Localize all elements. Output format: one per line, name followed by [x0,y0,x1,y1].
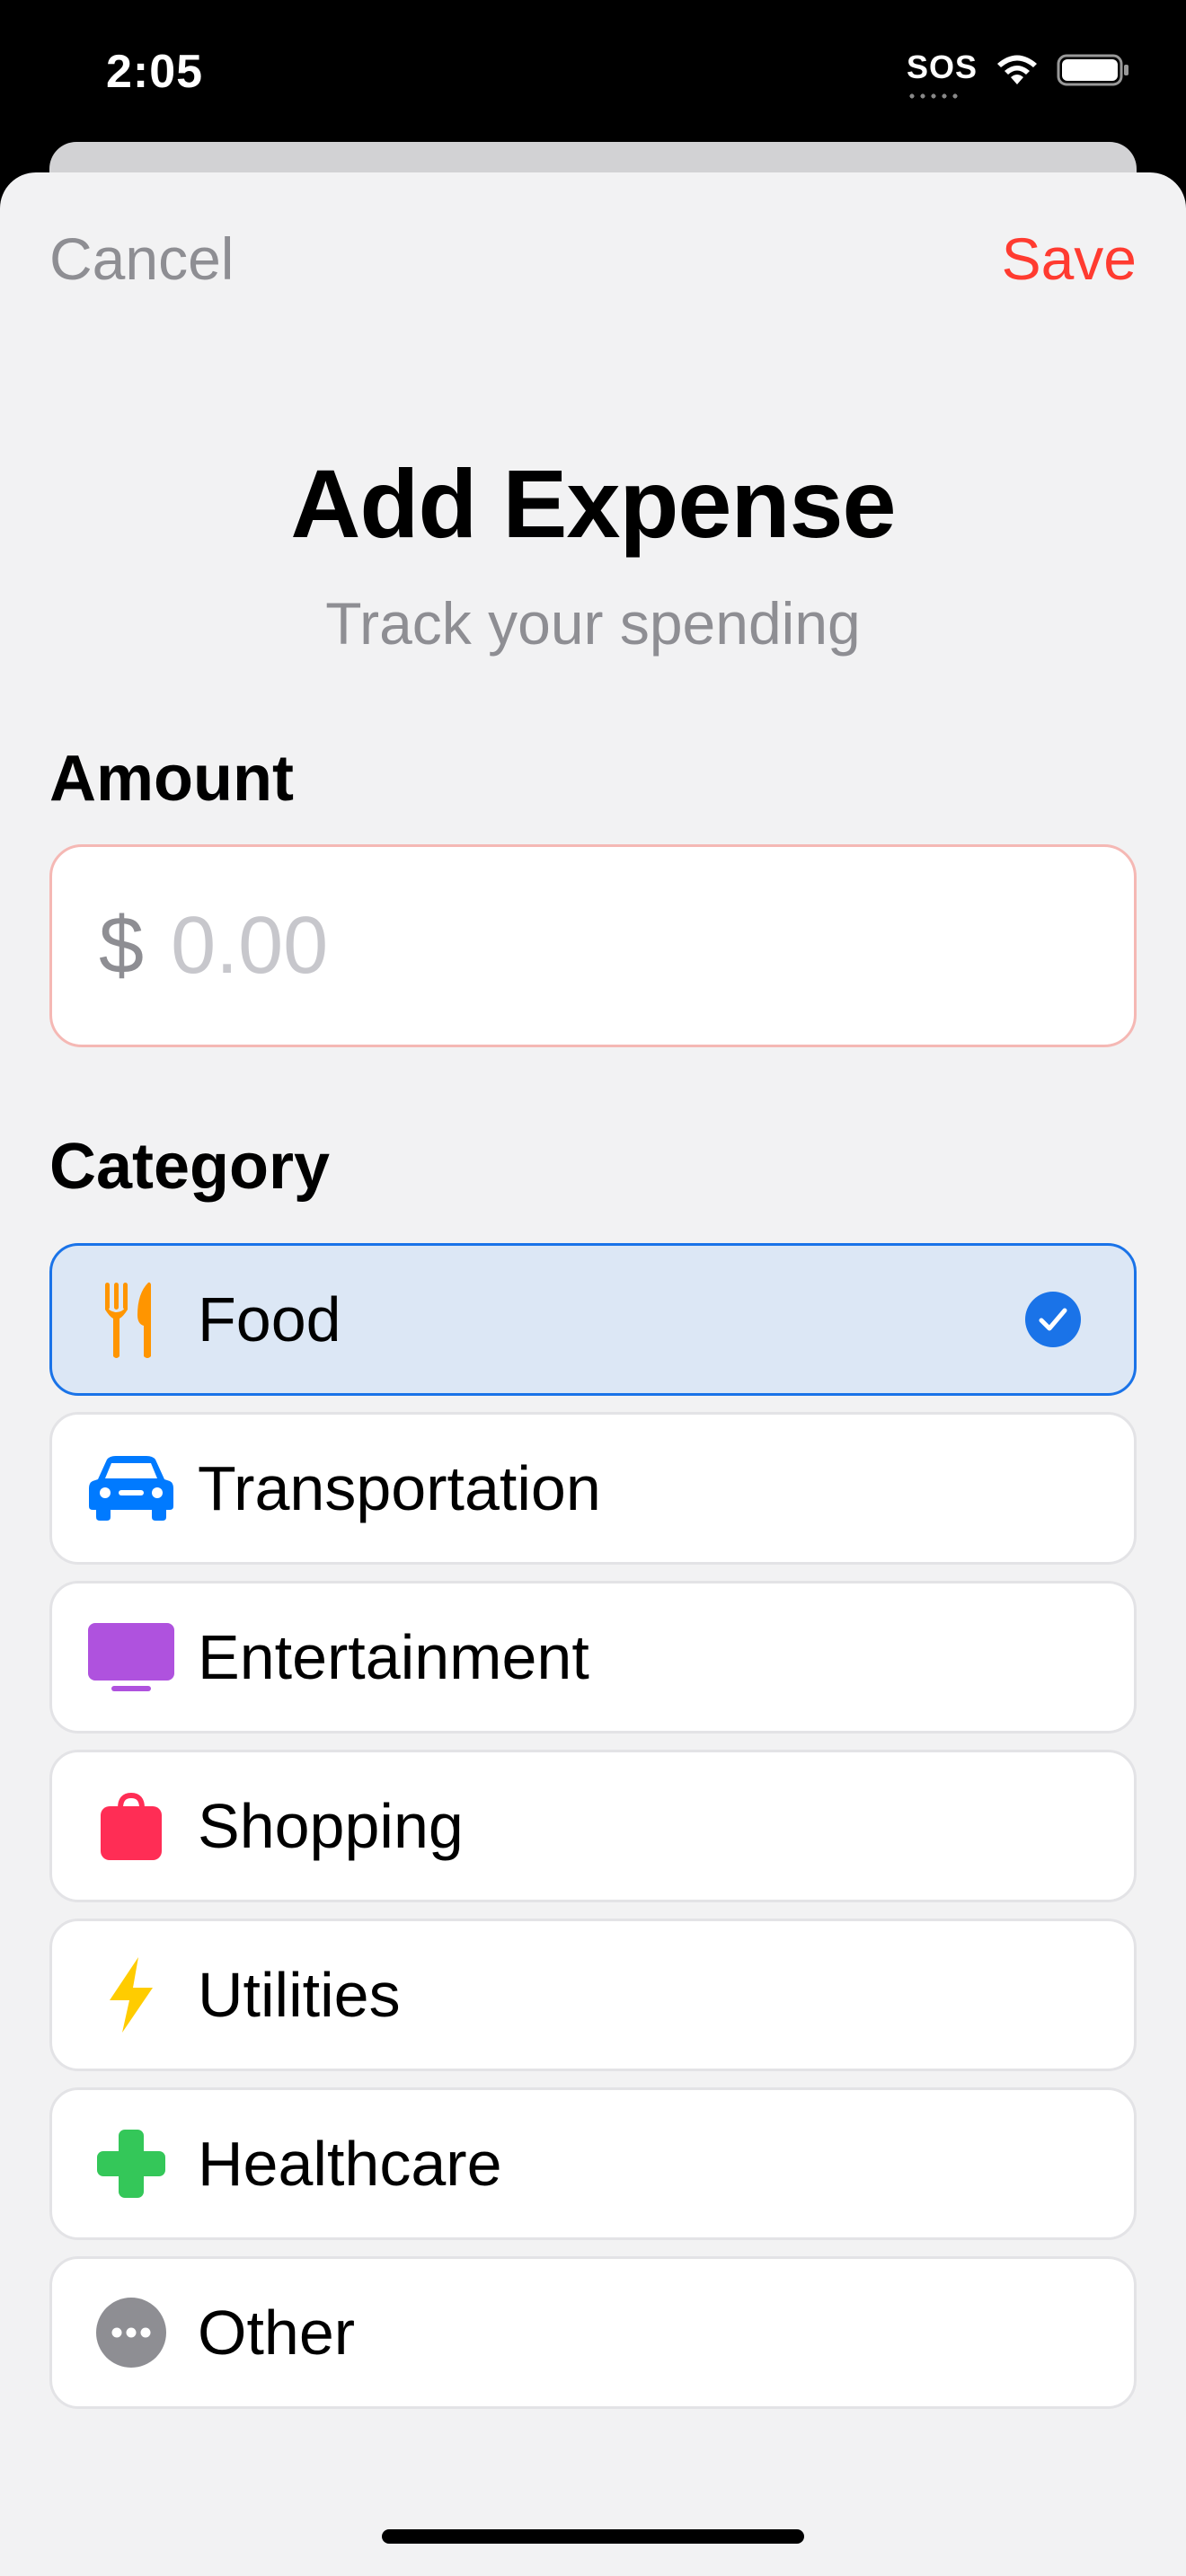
amount-label: Amount [49,743,294,815]
sos-indicator: SOS [906,48,978,99]
page-subtitle: Track your spending [325,590,861,657]
category-list: Food Transportation Entertainment Shoppi… [49,1243,1137,2425]
checkmark-circle-icon [1024,1291,1082,1348]
ellipsis-circle-icon [86,2288,176,2378]
category-option-entertainment[interactable]: Entertainment [49,1581,1137,1734]
category-option-utilities[interactable]: Utilities [49,1919,1137,2071]
status-bar: 2:05 SOS [0,0,1186,153]
amount-field[interactable]: $ [49,844,1137,1047]
bag-icon [86,1781,176,1871]
cancel-button[interactable]: Cancel [49,225,234,293]
sos-label: SOS [906,48,978,85]
wifi-icon [994,52,1040,93]
home-indicator[interactable] [382,2529,804,2544]
category-option-transportation[interactable]: Transportation [49,1412,1137,1565]
category-label: Category [49,1131,331,1203]
category-option-healthcare[interactable]: Healthcare [49,2087,1137,2240]
battery-icon [1057,52,1130,93]
category-label-healthcare: Healthcare [198,2129,502,2199]
status-indicators: SOS [906,48,1130,99]
category-label-food: Food [198,1284,341,1354]
bolt-icon [86,1950,176,2040]
category-label-shopping: Shopping [198,1791,464,1861]
status-time: 2:05 [106,46,204,98]
category-label-utilities: Utilities [198,1960,401,2030]
category-option-other[interactable]: Other [49,2256,1137,2409]
cross-icon [86,2119,176,2209]
sos-signal-dots [906,93,960,99]
category-label-transportation: Transportation [198,1453,601,1523]
tv-icon [86,1612,176,1702]
page-title: Add Expense [290,449,896,558]
car-icon [86,1443,176,1533]
amount-input[interactable] [171,899,980,992]
category-label-entertainment: Entertainment [198,1622,589,1692]
category-option-food[interactable]: Food [49,1243,1137,1396]
fork-knife-icon [86,1275,176,1364]
save-button[interactable]: Save [1002,225,1137,293]
category-label-other: Other [198,2298,356,2368]
category-option-shopping[interactable]: Shopping [49,1750,1137,1902]
currency-symbol: $ [99,900,145,991]
